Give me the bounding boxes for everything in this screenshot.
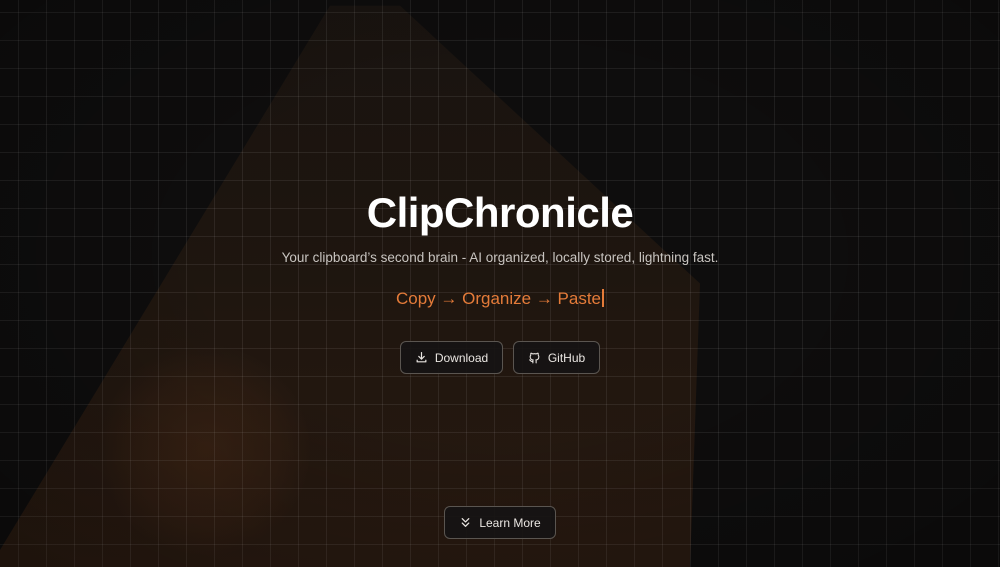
vignette-overlay	[0, 0, 1000, 567]
download-icon	[415, 351, 428, 364]
download-button-label: Download	[434, 350, 489, 365]
learn-more-button[interactable]: Learn More	[444, 506, 556, 539]
chevrons-down-icon	[459, 516, 472, 529]
text-cursor	[602, 289, 605, 307]
github-button[interactable]: GitHub	[513, 341, 600, 374]
learn-more-button-label: Learn More	[479, 515, 541, 530]
tagline-text: Copy → Organize → Paste	[395, 289, 602, 308]
hero-section: ClipChronicle Your clipboard’s second br…	[0, 0, 1000, 567]
hero-subtitle: Your clipboard’s second brain - AI organ…	[281, 250, 719, 265]
page-title: ClipChronicle	[366, 189, 634, 236]
github-icon	[528, 351, 541, 364]
download-button[interactable]: Download	[400, 341, 503, 374]
github-button-label: GitHub	[547, 350, 586, 365]
typing-tagline: Copy → Organize → Paste	[0, 289, 1000, 309]
